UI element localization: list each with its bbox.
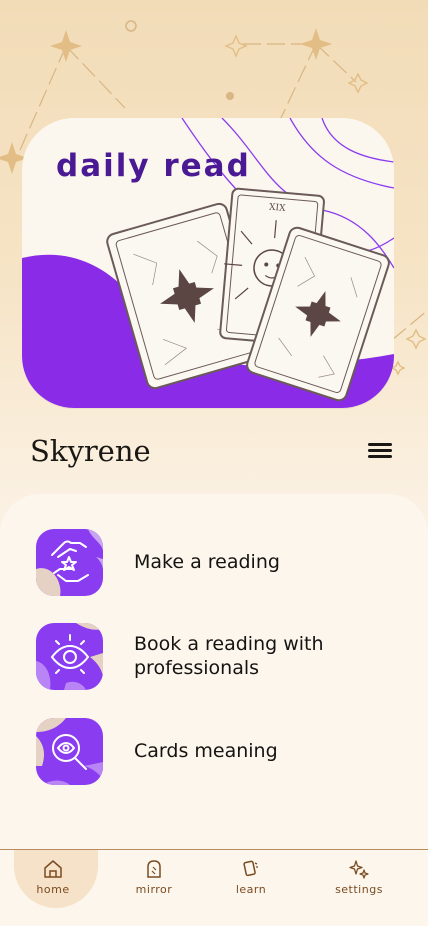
mirror-icon [147, 860, 161, 878]
book-reading-button[interactable]: Book a reading with professionals [36, 622, 406, 690]
make-reading-button[interactable]: Make a reading [36, 528, 406, 596]
daily-read-card[interactable]: XIX daily read [22, 118, 394, 408]
bottom-tab-bar: home mirror learn settings [0, 849, 428, 926]
tab-mirror-label: mirror [135, 883, 173, 896]
sparkle-icon [349, 860, 369, 879]
tab-mirror[interactable]: mirror [118, 858, 190, 896]
tab-learn[interactable]: learn [215, 858, 287, 896]
actions-panel: Make a reading Book a reading with profe… [0, 494, 428, 850]
hands-star-icon [36, 528, 103, 596]
hamburger-menu-icon[interactable] [366, 440, 394, 464]
brand-name: Skyrene [30, 434, 151, 468]
eye-icon [36, 622, 103, 690]
cards-meaning-label: Cards meaning [134, 740, 278, 762]
book-reading-label: Book a reading with professionals [134, 633, 324, 679]
tab-home[interactable]: home [17, 858, 89, 896]
home-icon [44, 860, 62, 878]
hero-title: daily read [56, 148, 251, 184]
card-numeral: XIX [269, 203, 287, 214]
tab-settings[interactable]: settings [323, 858, 395, 896]
cards-meaning-button[interactable]: Cards meaning [36, 717, 406, 785]
magnifier-eye-icon [36, 717, 103, 785]
tab-settings-label: settings [335, 883, 383, 896]
tab-learn-label: learn [235, 883, 267, 896]
cards-icon [243, 860, 258, 877]
tab-home-label: home [36, 883, 70, 896]
make-reading-label: Make a reading [134, 551, 280, 573]
